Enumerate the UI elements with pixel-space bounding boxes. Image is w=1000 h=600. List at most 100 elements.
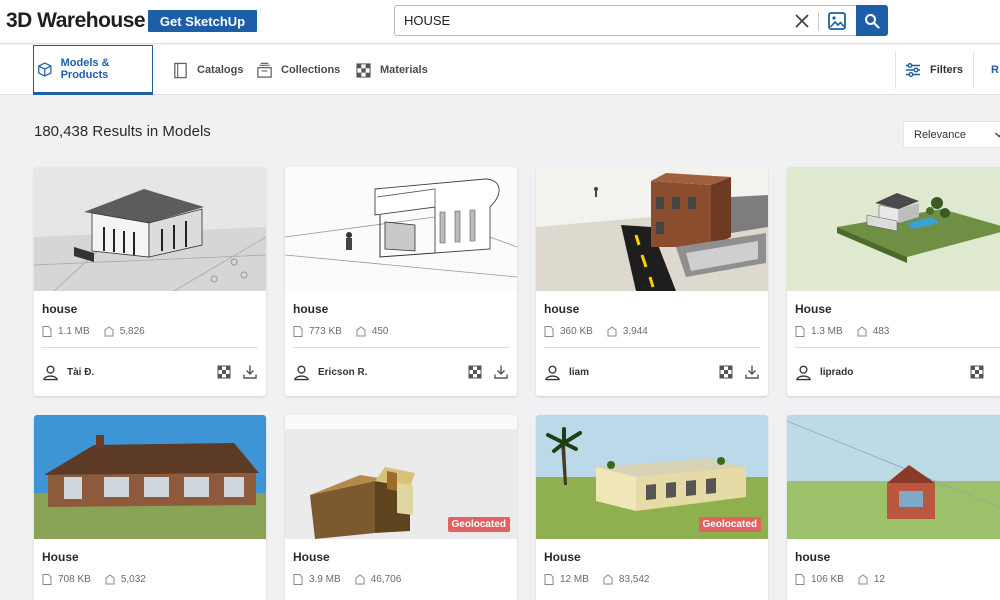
model-card[interactable]: Geolocated House 12 MB 83,542 bbox=[536, 415, 768, 600]
model-title[interactable]: House bbox=[795, 302, 832, 316]
top-header: 3D Warehouse Get SketchUp bbox=[0, 0, 1000, 44]
download-count-icon bbox=[607, 325, 617, 336]
model-author[interactable]: Ericson R. bbox=[293, 363, 367, 381]
materials-icon[interactable] bbox=[970, 365, 984, 379]
sort-dropdown[interactable]: Relevance bbox=[903, 121, 1000, 148]
model-meta: 106 KB 12 bbox=[795, 572, 885, 586]
nav-divider bbox=[895, 51, 896, 89]
tab-label: Catalogs bbox=[197, 64, 244, 76]
download-count-icon bbox=[857, 325, 867, 336]
model-thumbnail[interactable] bbox=[536, 167, 768, 291]
filters-button[interactable]: Filters bbox=[905, 45, 963, 95]
download-count: 83,542 bbox=[618, 573, 650, 585]
model-card[interactable]: Geolocated House 3.9 MB 46,706 bbox=[285, 415, 517, 600]
author-name: liam bbox=[569, 366, 590, 378]
chevron-down-icon bbox=[995, 132, 1000, 138]
file-size: 12 MB bbox=[560, 573, 589, 585]
cube-icon bbox=[38, 61, 52, 77]
search-input[interactable] bbox=[395, 6, 775, 35]
download-count: 5,826 bbox=[119, 325, 145, 337]
file-icon bbox=[293, 325, 303, 337]
model-title[interactable]: House bbox=[544, 550, 581, 564]
model-title[interactable]: House bbox=[42, 550, 79, 564]
search-button[interactable] bbox=[856, 5, 888, 36]
download-count-icon bbox=[356, 325, 366, 336]
file-size: 106 KB bbox=[811, 573, 844, 585]
model-meta: 12 MB 83,542 bbox=[544, 572, 650, 586]
site-logo[interactable]: 3D Warehouse bbox=[6, 9, 146, 33]
model-thumbnail[interactable] bbox=[34, 167, 266, 291]
card-actions bbox=[719, 363, 760, 381]
download-count: 3,944 bbox=[622, 325, 648, 337]
author-name: liprado bbox=[820, 366, 854, 378]
model-title[interactable]: house bbox=[795, 550, 830, 564]
geolocated-badge: Geolocated bbox=[447, 517, 510, 532]
model-card[interactable]: House 708 KB 5,032 bbox=[34, 415, 266, 600]
model-title[interactable]: House bbox=[293, 550, 330, 564]
card-actions bbox=[217, 363, 258, 381]
close-icon[interactable] bbox=[793, 12, 811, 30]
download-icon[interactable] bbox=[242, 364, 258, 380]
author-name: Tài Đ. bbox=[67, 366, 95, 378]
card-divider bbox=[42, 347, 258, 348]
search-icon bbox=[865, 13, 880, 29]
model-author[interactable]: liam bbox=[544, 363, 589, 381]
geolocated-badge: Geolocated bbox=[698, 517, 761, 532]
download-count: 483 bbox=[872, 325, 890, 337]
card-actions bbox=[970, 363, 984, 381]
model-title[interactable]: house bbox=[293, 302, 328, 316]
model-thumbnail[interactable] bbox=[34, 415, 266, 539]
download-count: 46,706 bbox=[370, 573, 402, 585]
materials-icon[interactable] bbox=[719, 365, 733, 379]
model-thumbnail[interactable]: Geolocated bbox=[285, 415, 517, 539]
model-thumbnail[interactable] bbox=[787, 167, 1000, 291]
card-divider bbox=[544, 347, 760, 348]
file-icon bbox=[293, 573, 303, 585]
nav-cut-label[interactable]: R bbox=[991, 64, 999, 76]
model-card[interactable]: house 106 KB 12 bbox=[787, 415, 1000, 600]
download-count-icon bbox=[104, 325, 114, 336]
tab-collections[interactable]: Collections bbox=[256, 45, 340, 95]
card-divider bbox=[795, 347, 1000, 348]
file-size: 708 KB bbox=[58, 573, 91, 585]
file-size: 3.9 MB bbox=[309, 573, 341, 585]
image-icon[interactable] bbox=[827, 11, 847, 31]
author-name: Ericson R. bbox=[318, 366, 368, 378]
user-icon bbox=[796, 365, 811, 380]
model-meta: 3.9 MB 46,706 bbox=[293, 572, 401, 586]
collection-icon bbox=[257, 62, 272, 78]
model-author[interactable]: Tài Đ. bbox=[42, 363, 94, 381]
file-icon bbox=[544, 325, 554, 337]
materials-icon[interactable] bbox=[468, 365, 482, 379]
model-card[interactable]: house 1.1 MB 5,826 Tài Đ. bbox=[34, 167, 266, 396]
model-title[interactable]: house bbox=[544, 302, 579, 316]
model-meta: 360 KB 3,944 bbox=[544, 324, 648, 338]
model-thumbnail[interactable] bbox=[787, 415, 1000, 539]
model-thumbnail[interactable] bbox=[285, 167, 517, 291]
download-count: 12 bbox=[873, 573, 885, 585]
search-bar bbox=[394, 5, 888, 36]
user-icon bbox=[294, 365, 309, 380]
tab-models-products[interactable]: Models & Products bbox=[33, 45, 153, 95]
download-count: 5,032 bbox=[120, 573, 146, 585]
model-card[interactable]: house 773 KB 450 Ericson R. bbox=[285, 167, 517, 396]
tab-materials[interactable]: Materials bbox=[355, 45, 428, 95]
materials-icon[interactable] bbox=[217, 365, 231, 379]
model-thumbnail[interactable]: Geolocated bbox=[536, 415, 768, 539]
tab-catalogs[interactable]: Catalogs bbox=[172, 45, 243, 95]
download-count-icon bbox=[105, 573, 115, 584]
tab-label: Models & Products bbox=[60, 57, 110, 81]
download-icon[interactable] bbox=[744, 364, 760, 380]
nav-divider bbox=[973, 51, 974, 89]
model-card[interactable]: house 360 KB 3,944 liam bbox=[536, 167, 768, 396]
results-count: 180,438 Results in Models bbox=[34, 123, 211, 140]
download-icon[interactable] bbox=[493, 364, 509, 380]
get-sketchup-button[interactable]: Get SketchUp bbox=[148, 10, 257, 32]
model-card[interactable]: House 1.3 MB 483 liprado bbox=[787, 167, 1000, 396]
tab-label: Materials bbox=[380, 64, 428, 76]
file-icon bbox=[795, 325, 805, 337]
model-author[interactable]: liprado bbox=[795, 363, 853, 381]
file-icon bbox=[544, 573, 554, 585]
file-size: 773 KB bbox=[309, 325, 342, 337]
model-title[interactable]: house bbox=[42, 302, 77, 316]
